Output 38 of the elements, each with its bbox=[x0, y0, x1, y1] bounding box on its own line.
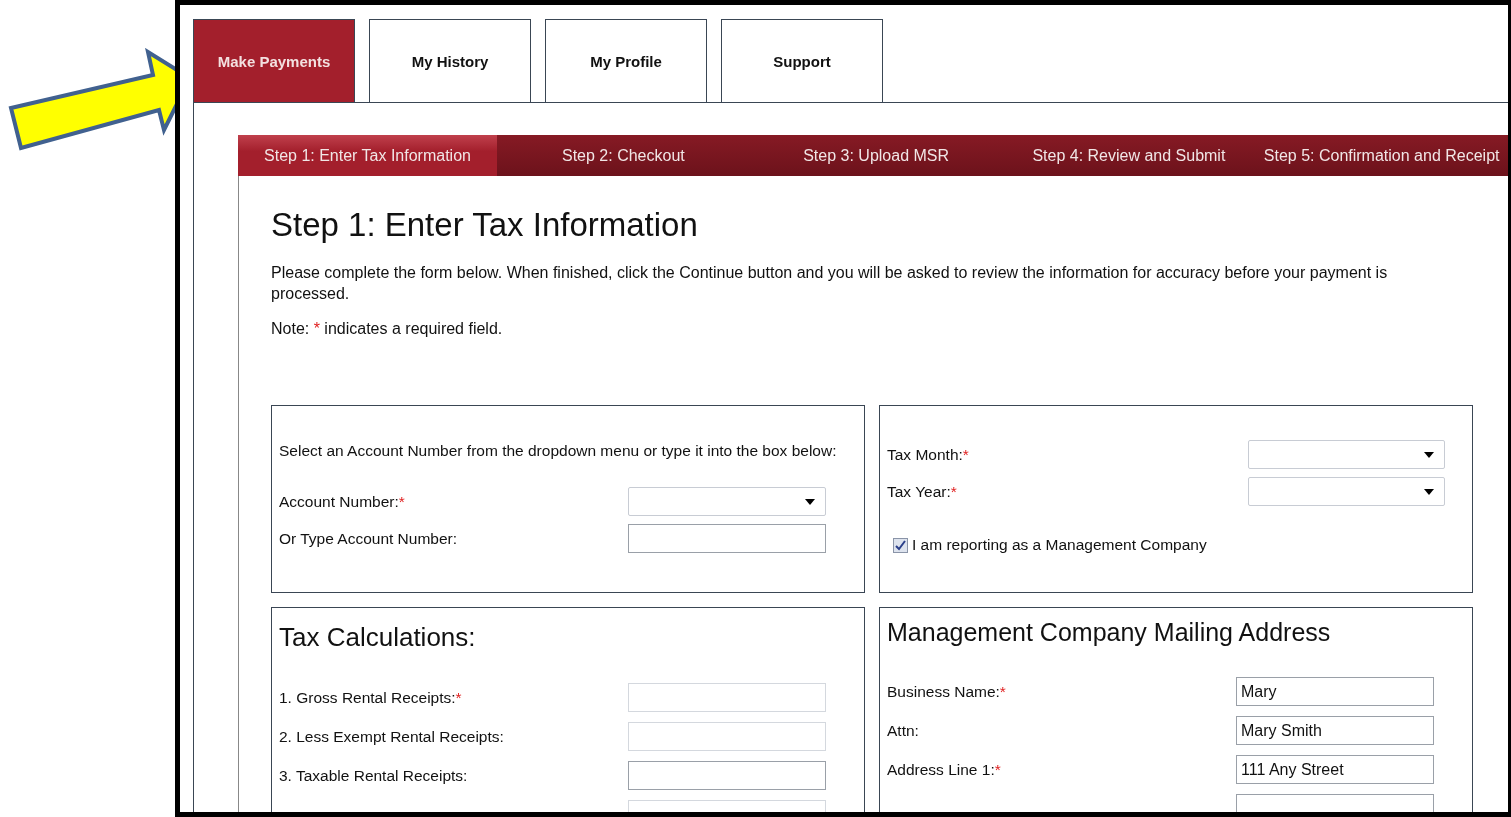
field-label: Tax Month:* bbox=[887, 445, 969, 464]
dropdown-field[interactable] bbox=[1248, 440, 1445, 469]
nav-tab[interactable]: Support bbox=[721, 19, 883, 102]
step-tab[interactable]: Step 1: Enter Tax Information bbox=[238, 135, 497, 176]
step-tab[interactable]: Step 3: Upload MSR bbox=[749, 135, 1003, 176]
field-label: 3. Taxable Rental Receipts: bbox=[279, 766, 468, 785]
note-text: Note: * indicates a required field. bbox=[271, 319, 504, 339]
input-field[interactable] bbox=[628, 524, 826, 553]
step-tab[interactable]: Step 4: Review and Submit bbox=[1002, 135, 1256, 176]
field-label: 2. Less Exempt Rental Receipts: bbox=[279, 727, 504, 746]
panel-title: Tax Calculations: bbox=[279, 622, 477, 653]
nav-tab[interactable]: My History bbox=[369, 19, 531, 102]
caret-icon bbox=[1424, 488, 1434, 495]
field-label: Business Name:* bbox=[887, 682, 1006, 701]
step-tab[interactable]: Step 2: Checkout bbox=[497, 135, 750, 176]
input-field[interactable] bbox=[628, 761, 826, 790]
checkbox-label: I am reporting as a Management Company bbox=[912, 536, 1207, 554]
nav-tab[interactable]: Make Payments bbox=[193, 19, 355, 102]
page-heading: Step 1: Enter Tax Information bbox=[271, 206, 699, 244]
field-label: Account Number:* bbox=[279, 492, 405, 511]
checkbox[interactable] bbox=[893, 537, 908, 553]
caret-icon bbox=[805, 498, 815, 505]
panel-title: Management Company Mailing Address bbox=[887, 618, 1332, 647]
field-label: 1. Gross Rental Receipts:* bbox=[279, 688, 462, 707]
dropdown-field[interactable] bbox=[628, 487, 826, 516]
field-label: Address Line 1:* bbox=[887, 760, 1001, 779]
caret-icon bbox=[1424, 451, 1434, 458]
dropdown-field[interactable] bbox=[1248, 477, 1445, 506]
input-field[interactable]: Mary bbox=[1236, 677, 1434, 706]
step-tab[interactable]: Step 5: Confirmation and Receipt bbox=[1255, 135, 1508, 176]
intro-text: Please complete the form below. When finished, click the Continue button and you will be asked to review the information for accuracy before your payment is processed. bbox=[271, 263, 1389, 304]
field-label: Attn: bbox=[887, 721, 919, 740]
input-field[interactable]: Mary Smith bbox=[1236, 716, 1434, 745]
input-field[interactable]: 111 Any Street bbox=[1236, 755, 1434, 784]
field-label: Tax Year:* bbox=[887, 482, 957, 501]
field-label: Or Type Account Number: bbox=[279, 529, 458, 548]
instruction-text: Select an Account Number from the dropdown menu or type it into the box below: bbox=[279, 441, 838, 461]
nav-tab[interactable]: My Profile bbox=[545, 19, 707, 102]
